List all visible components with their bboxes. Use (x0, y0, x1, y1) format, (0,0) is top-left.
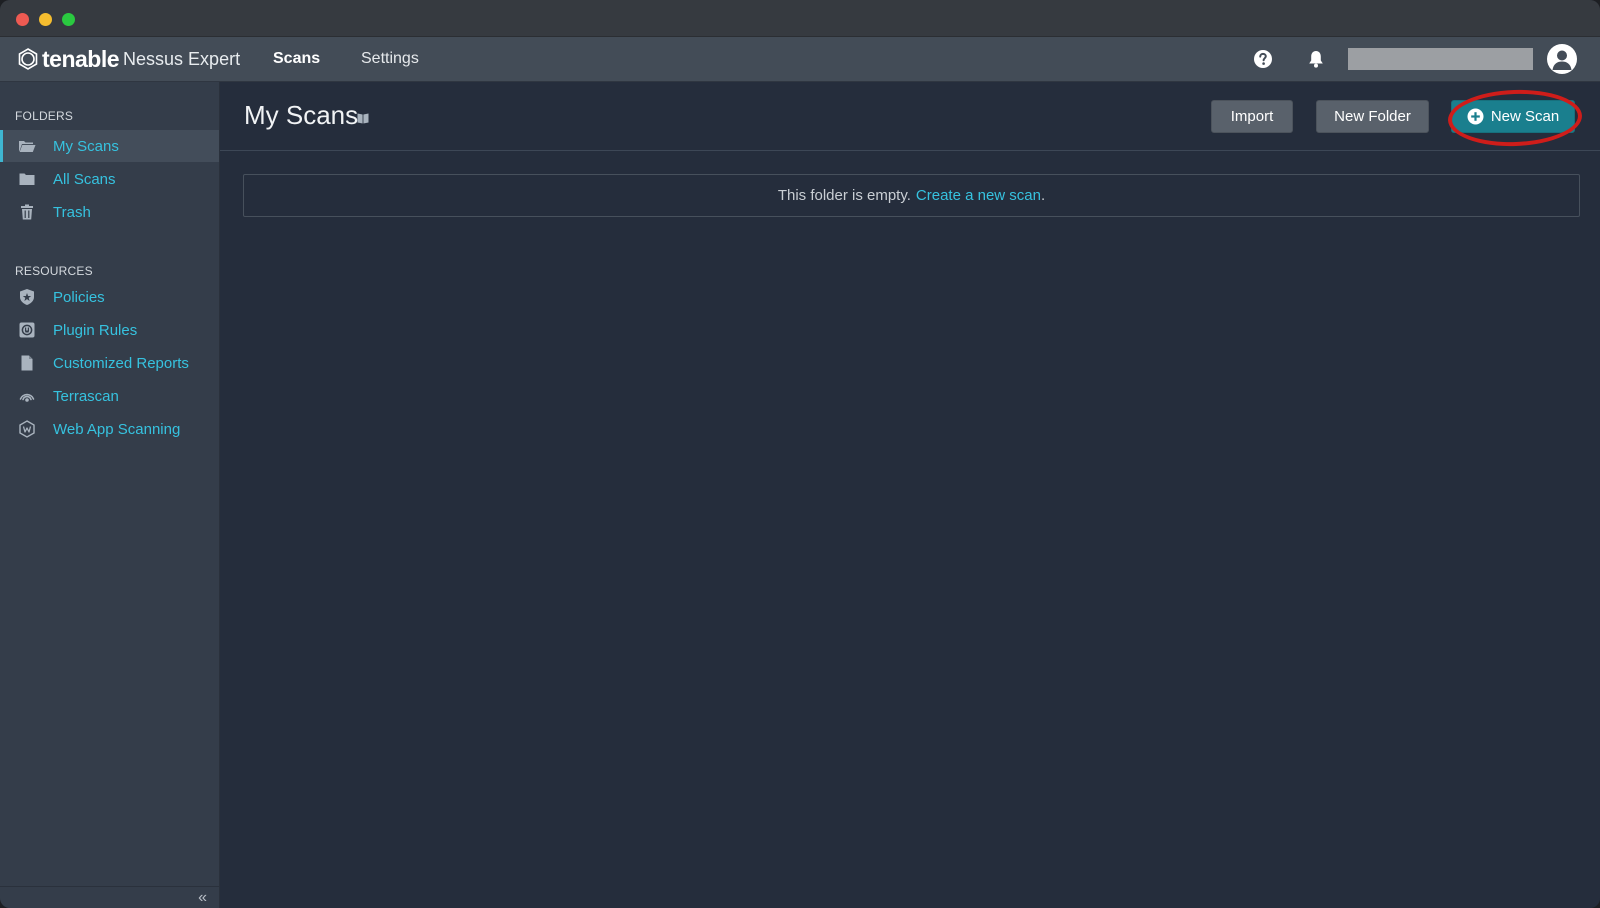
new-folder-button[interactable]: New Folder (1316, 100, 1429, 133)
sidebar: FOLDERS My Scans All Scans Trash RESOURC… (0, 82, 220, 908)
help-icon[interactable] (1252, 48, 1274, 70)
plugin-icon (17, 320, 37, 340)
folder-open-icon (17, 136, 37, 156)
sidebar-item-label: My Scans (53, 137, 119, 155)
brand-logo[interactable]: tenable Nessus Expert (16, 46, 240, 72)
page-header: My Scans Import New Folder New Scan (220, 82, 1600, 151)
sidebar-item-my-scans[interactable]: My Scans (0, 130, 219, 162)
sidebar-item-label: Web App Scanning (53, 420, 181, 438)
window-titlebar (0, 0, 1600, 37)
empty-folder-notice: This folder is empty. Create a new scan … (243, 174, 1580, 217)
shield-star-icon (17, 287, 37, 307)
top-navigation: tenable Nessus Expert Scans Settings (0, 37, 1600, 82)
sidebar-item-label: Customized Reports (53, 354, 189, 372)
sidebar-item-label: Policies (53, 288, 105, 306)
sidebar-item-all-scans[interactable]: All Scans (0, 163, 219, 195)
create-new-scan-link[interactable]: Create a new scan (916, 187, 1041, 204)
nav-settings[interactable]: Settings (361, 50, 419, 68)
sidebar-item-label: Plugin Rules (53, 321, 138, 339)
folders-heading: FOLDERS (15, 109, 74, 123)
sidebar-item-web-app-scanning[interactable]: Web App Scanning (0, 413, 219, 445)
brand-product: Nessus Expert (123, 48, 241, 69)
page-title: My Scans (244, 100, 359, 130)
new-scan-button[interactable]: New Scan (1451, 100, 1575, 133)
nav-scans[interactable]: Scans (273, 50, 320, 68)
sidebar-item-customized-reports[interactable]: Customized Reports (0, 347, 219, 379)
sidebar-item-trash[interactable]: Trash (0, 196, 219, 228)
main-content: My Scans Import New Folder New Scan This… (220, 82, 1600, 908)
brand-name: tenable (42, 45, 120, 72)
trash-icon (17, 202, 37, 222)
notifications-bell-icon[interactable] (1305, 48, 1327, 70)
sidebar-item-label: All Scans (53, 170, 116, 188)
new-scan-label: New Scan (1490, 108, 1560, 125)
sidebar-item-label: Trash (53, 203, 91, 221)
folder-info-icon[interactable] (356, 111, 370, 125)
report-icon (17, 353, 37, 373)
sidebar-item-label: Terrascan (53, 387, 119, 405)
terrascan-icon (17, 386, 37, 406)
empty-suffix: . (1041, 187, 1046, 204)
tenable-logo-icon (18, 48, 38, 70)
sidebar-item-plugin-rules[interactable]: Plugin Rules (0, 314, 219, 346)
folder-icon (17, 169, 37, 189)
user-avatar[interactable] (1547, 44, 1577, 74)
username-display[interactable] (1348, 48, 1533, 70)
plus-circle-icon (1467, 108, 1484, 125)
sidebar-collapse-bar[interactable]: « (0, 886, 219, 908)
app-window: tenable Nessus Expert Scans Settings FOL… (0, 0, 1600, 908)
user-icon (1552, 50, 1572, 70)
zoom-window-button[interactable] (62, 13, 75, 26)
sidebar-item-terrascan[interactable]: Terrascan (0, 380, 219, 412)
empty-message: This folder is empty. (777, 187, 911, 204)
sidebar-item-policies[interactable]: Policies (0, 281, 219, 313)
resources-heading: RESOURCES (15, 264, 93, 278)
import-button[interactable]: Import (1211, 100, 1293, 133)
minimize-window-button[interactable] (39, 13, 52, 26)
web-app-icon (17, 419, 37, 439)
collapse-sidebar-icon[interactable]: « (198, 889, 207, 907)
close-window-button[interactable] (16, 13, 29, 26)
